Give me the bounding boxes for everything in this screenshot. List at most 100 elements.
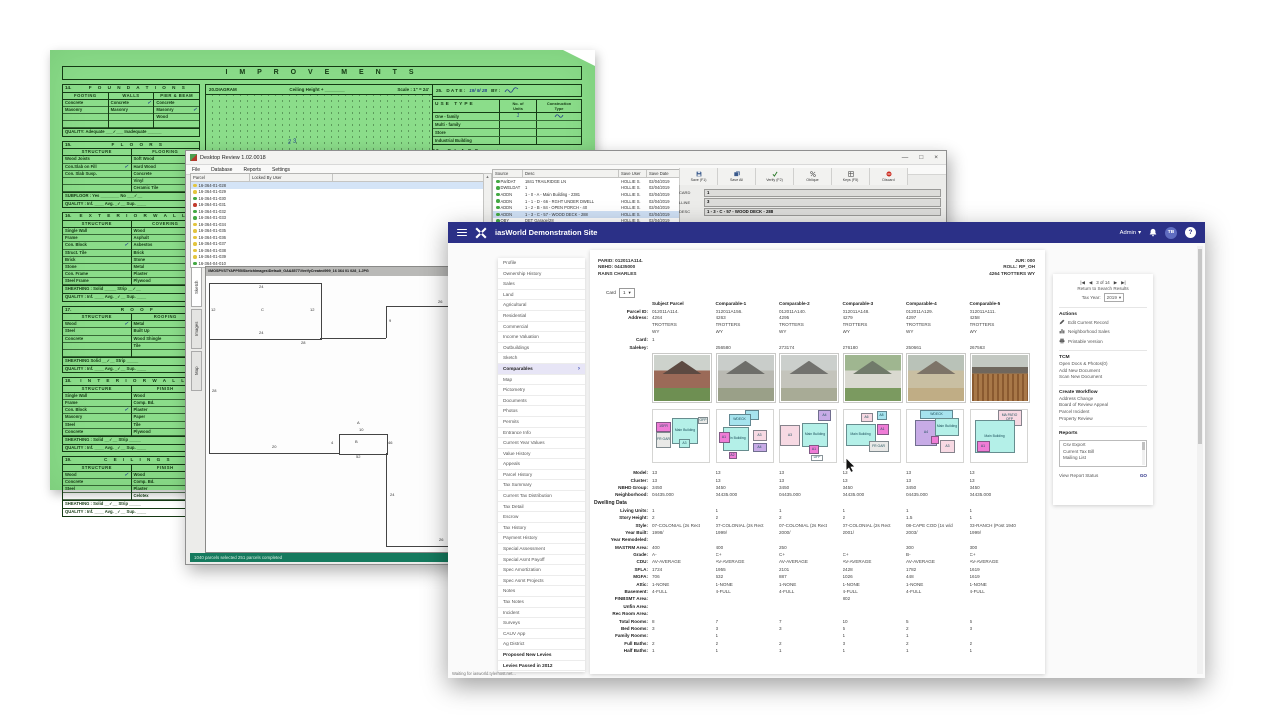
- source-row[interactable]: ADDN1 - 3 - C - 57 - WOOD DECK - 288HOLL…: [493, 211, 679, 218]
- scan-new-document-link[interactable]: Scan New Document: [1059, 374, 1147, 381]
- maximize-icon[interactable]: □: [919, 154, 923, 161]
- desktop-review-titlebar[interactable]: Desktop Review 1.02.0018 — □ ×: [186, 151, 946, 165]
- sidebar-item-ownership-history[interactable]: Ownership History: [498, 269, 585, 280]
- source-row[interactable]: ParlDAT1841 TRAILRIDGE LNHOLLIE S.02/04/…: [493, 178, 679, 185]
- sidebar-item-ag-district[interactable]: Ag District: [498, 639, 585, 650]
- add-new-document-link[interactable]: Add New Document: [1059, 368, 1147, 375]
- property-review-link[interactable]: Property Review: [1059, 416, 1147, 423]
- edit-current-record-link[interactable]: Edit Current Record: [1059, 318, 1147, 328]
- card-input[interactable]: 1: [704, 189, 941, 198]
- save-all-button[interactable]: Save All: [718, 168, 756, 185]
- sidebar-item-current-year-values[interactable]: Current Year Values: [498, 438, 585, 449]
- sidebar-item-tax-history[interactable]: Tax History: [498, 523, 585, 534]
- sidebar-item-proposed-new-levies[interactable]: Proposed New Levies: [498, 650, 585, 661]
- parcel-list[interactable]: ParcelLocked By User 16-364-01-02816-364…: [190, 173, 484, 268]
- sidebar-item-appeals[interactable]: Appeals: [498, 459, 585, 470]
- discard-button[interactable]: Discard: [870, 168, 908, 185]
- sidebar-item-current-tax-distribution[interactable]: Current Tax Distribution: [498, 491, 585, 502]
- address-change-link[interactable]: Address Change: [1059, 396, 1147, 403]
- property-photo[interactable]: [843, 353, 903, 403]
- report-item[interactable]: Current Tax Bill: [1063, 449, 1139, 456]
- sidebar-item-pictometry[interactable]: Pictometry: [498, 385, 585, 396]
- sidebar-item-outbuildings[interactable]: Outbuildings: [498, 343, 585, 354]
- sidebar-item-incident[interactable]: Incident: [498, 608, 585, 619]
- sidebar-item-surveys[interactable]: Surveys: [498, 618, 585, 629]
- source-column-header[interactable]: Source: [493, 170, 523, 177]
- sidebar-item-value-history[interactable]: Value History: [498, 449, 585, 460]
- lline-input[interactable]: 3: [704, 198, 941, 207]
- sidebar-item-comparables[interactable]: Comparables›: [498, 364, 585, 375]
- source-column-header[interactable]: Save User: [619, 170, 647, 177]
- source-column-header[interactable]: Desc: [523, 170, 619, 177]
- parcel-sketch[interactable]: 1SFRFR GARMain BuildingA3OFP: [652, 409, 710, 463]
- sidebar-item-agricultural[interactable]: Agricultural: [498, 300, 585, 311]
- property-photo[interactable]: [779, 353, 839, 403]
- sidebar-item-land[interactable]: Land: [498, 290, 585, 301]
- verify-f2--button[interactable]: Verify (F2): [756, 168, 794, 185]
- minimize-icon[interactable]: —: [902, 154, 909, 161]
- sidebar-item-cauv-app[interactable]: CAUV App: [498, 629, 585, 640]
- parcel-sketch[interactable]: A6A8Main BuildingA1FR GAR: [843, 409, 901, 463]
- admin-menu[interactable]: Admin ▾: [1120, 230, 1141, 236]
- sidebar-item-map[interactable]: Map: [498, 375, 585, 386]
- sidebar-item-tax-notes[interactable]: Tax Notes: [498, 597, 585, 608]
- sidebar-item-special-asmt-payoff[interactable]: Special Asmt Payoff: [498, 555, 585, 566]
- hamburger-menu-icon[interactable]: [457, 229, 467, 237]
- sidebar-item-notes[interactable]: Notes: [498, 586, 585, 597]
- sidebar-item-permits[interactable]: Permits: [498, 417, 585, 428]
- source-row[interactable]: ADDN1 - 0 - A - Main Building - 2381HOLL…: [493, 191, 679, 198]
- last-record-icon[interactable]: ▶|: [1121, 280, 1126, 286]
- printable-version-link[interactable]: Printable Version: [1059, 337, 1147, 347]
- tab-sketch[interactable]: Sketch: [191, 267, 202, 307]
- oblique-button[interactable]: Oblique: [794, 168, 832, 185]
- board-of-review-appeal-link[interactable]: Board of Review Appeal: [1059, 402, 1147, 409]
- reports-listbox[interactable]: Csv ExportCurrent Tax BillMailing List: [1059, 440, 1147, 467]
- neighborhood-sales-link[interactable]: Neighborhood Sales: [1059, 327, 1147, 337]
- list-column-header[interactable]: Parcel: [191, 174, 250, 181]
- source-row[interactable]: DWELDAT1HOLLIE S.02/04/2019: [493, 185, 679, 192]
- source-row[interactable]: ADDN1 - 1 - D - 66 - RGHT UNDER DWELLHOL…: [493, 198, 679, 205]
- sidebar-item-spec-amortization[interactable]: Spec Amortization: [498, 565, 585, 576]
- sidebar-item-sketch[interactable]: Sketch: [498, 353, 585, 364]
- prev-record-icon[interactable]: ◀: [1089, 280, 1092, 286]
- return-to-search-link[interactable]: Return to Search Results: [1059, 286, 1147, 293]
- menu-settings[interactable]: Settings: [272, 167, 290, 173]
- help-icon[interactable]: ?: [1185, 227, 1196, 238]
- sidebar-item-residential[interactable]: Residential: [498, 311, 585, 322]
- tab-images[interactable]: Images: [191, 309, 202, 349]
- save-f1--button[interactable]: Save (F1): [680, 168, 718, 185]
- go-button[interactable]: GO: [1140, 473, 1147, 478]
- menu-database[interactable]: Database: [211, 167, 232, 173]
- property-photo[interactable]: [652, 353, 712, 403]
- parcel-sketch[interactable]: WDECKA4Main BuildingA3: [906, 409, 964, 463]
- sidebar-item-documents[interactable]: Documents: [498, 396, 585, 407]
- sidebar-item-profile[interactable]: Profile: [498, 258, 585, 269]
- sidebar-item-special-assessment[interactable]: Special Assessment: [498, 544, 585, 555]
- sidebar-item-photos[interactable]: Photos: [498, 406, 585, 417]
- sidebar-item-tax-summary[interactable]: Tax Summary: [498, 480, 585, 491]
- source-column-header[interactable]: Save Date: [647, 170, 677, 177]
- desc-input[interactable]: 1 - 3 - C - 57 - WOOD DECK - 288: [704, 208, 941, 217]
- property-photo[interactable]: [970, 353, 1030, 403]
- list-column-header[interactable]: [333, 174, 483, 181]
- parcel-sketch[interactable]: WDECKMain BuildingA1A3A4A2: [716, 409, 774, 463]
- open-docs-photos-0--link[interactable]: Open Docs & Photos(0): [1059, 361, 1147, 368]
- first-record-icon[interactable]: |◀: [1080, 280, 1085, 286]
- next-record-icon[interactable]: ▶: [1114, 280, 1117, 286]
- property-photo[interactable]: [716, 353, 776, 403]
- view-report-status-link[interactable]: View Report Status: [1059, 473, 1098, 478]
- tax-year-select[interactable]: 2019 ▾: [1104, 293, 1125, 302]
- report-item[interactable]: Csv Export: [1063, 442, 1139, 449]
- notifications-bell-icon[interactable]: [1149, 228, 1157, 237]
- parcel-sketch[interactable]: MA PATIO OFPMain BuildingA1: [970, 409, 1028, 463]
- report-item[interactable]: Mailing List: [1063, 455, 1139, 462]
- close-icon[interactable]: ×: [934, 154, 938, 161]
- page-scrollbar[interactable]: [1197, 246, 1203, 674]
- sidebar-item-commercial[interactable]: Commercial: [498, 322, 585, 333]
- keys-f5--button[interactable]: Keys (F5): [832, 168, 870, 185]
- user-avatar[interactable]: TB: [1165, 227, 1177, 239]
- sidebar-item-parcel-history[interactable]: Parcel History: [498, 470, 585, 481]
- sidebar-item-spec-asmt-projects[interactable]: Spec Asmt Projects: [498, 576, 585, 587]
- sidebar-item-income-valuation[interactable]: Income Valuation: [498, 332, 585, 343]
- sidebar-item-levies-passed-in-2012[interactable]: Levies Passed in 2012: [498, 661, 585, 672]
